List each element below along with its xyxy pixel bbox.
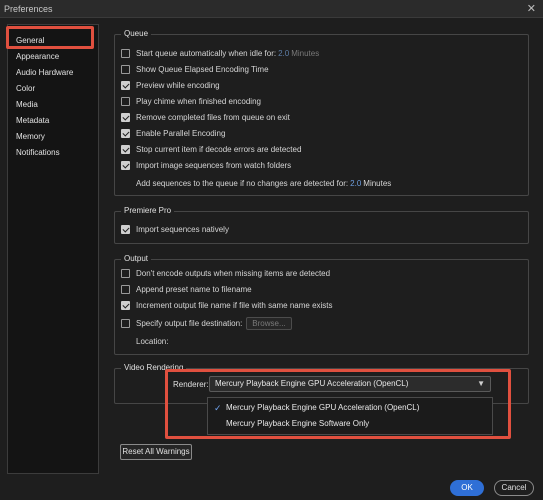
output-group: Output Don't encode outputs when missing…: [114, 254, 529, 355]
parallel-encoding-label: Enable Parallel Encoding: [136, 128, 226, 138]
remove-completed-label: Remove completed files from queue on exi…: [136, 112, 290, 122]
title-bar: Preferences ✕: [0, 0, 543, 18]
queue-group: Queue Start queue automatically when idl…: [114, 29, 529, 196]
premiere-group-label: Premiere Pro: [121, 206, 175, 215]
idle-minutes-unit: Minutes: [291, 48, 320, 58]
idle-minutes-value[interactable]: 2.0: [278, 49, 289, 58]
play-chime-checkbox[interactable]: [121, 96, 130, 106]
preview-row[interactable]: Preview while encoding: [121, 79, 220, 91]
show-elapsed-row[interactable]: Show Queue Elapsed Encoding Time: [121, 63, 269, 75]
append-preset-checkbox[interactable]: [121, 284, 130, 294]
parallel-encoding-row[interactable]: Enable Parallel Encoding: [121, 127, 225, 139]
preview-label: Preview while encoding: [136, 80, 220, 90]
location-label: Location:: [136, 336, 169, 346]
remove-completed-checkbox[interactable]: [121, 112, 130, 122]
add-sequences-row: Add sequences to the queue if no changes…: [136, 177, 391, 189]
sidebar-item-color[interactable]: Color: [16, 84, 35, 93]
stop-errors-row[interactable]: Stop current item if decode errors are d…: [121, 143, 301, 155]
import-image-sequences-checkbox[interactable]: [121, 160, 130, 170]
window-title: Preferences: [4, 4, 53, 14]
dont-encode-label: Don't encode outputs when missing items …: [136, 268, 331, 278]
sidebar-item-appearance[interactable]: Appearance: [16, 52, 59, 61]
specify-destination-row[interactable]: Specify output file destination: Browse.…: [121, 316, 292, 330]
cancel-button[interactable]: Cancel: [494, 480, 534, 496]
parallel-encoding-checkbox[interactable]: [121, 128, 130, 138]
preferences-sidebar: General Appearance Audio Hardware Color …: [7, 24, 99, 474]
reset-all-warnings-button[interactable]: Reset All Warnings: [120, 444, 192, 460]
increment-checkbox[interactable]: [121, 300, 130, 310]
play-chime-row[interactable]: Play chime when finished encoding: [121, 95, 261, 107]
dont-encode-row[interactable]: Don't encode outputs when missing items …: [121, 267, 330, 279]
import-image-sequences-row[interactable]: Import image sequences from watch folder…: [121, 159, 291, 171]
specify-destination-label: Specify output file destination:: [136, 318, 243, 328]
sidebar-item-notifications[interactable]: Notifications: [16, 148, 60, 157]
close-icon[interactable]: ✕: [527, 2, 536, 15]
output-group-label: Output: [121, 254, 152, 263]
increment-label: Increment output file name if file with …: [136, 300, 333, 310]
show-elapsed-label: Show Queue Elapsed Encoding Time: [136, 64, 269, 74]
stop-errors-label: Stop current item if decode errors are d…: [136, 144, 302, 154]
play-chime-label: Play chime when finished encoding: [136, 96, 261, 106]
browse-button[interactable]: Browse...: [246, 316, 292, 330]
sidebar-item-media[interactable]: Media: [16, 100, 38, 109]
stop-errors-checkbox[interactable]: [121, 144, 130, 154]
dont-encode-checkbox[interactable]: [121, 268, 130, 278]
sidebar-item-memory[interactable]: Memory: [16, 132, 45, 141]
start-queue-auto-checkbox[interactable]: [121, 48, 130, 58]
sidebar-item-audio-hardware[interactable]: Audio Hardware: [16, 68, 73, 77]
start-queue-auto-label: Start queue automatically when idle for:: [136, 48, 277, 58]
preview-checkbox[interactable]: [121, 80, 130, 90]
location-row: Location:: [136, 335, 168, 347]
add-sequences-label: Add sequences to the queue if no changes…: [136, 178, 349, 188]
add-sequences-minutes-unit: Minutes: [363, 178, 392, 188]
premiere-group: Premiere Pro Import sequences natively: [114, 206, 529, 244]
renderer-highlight-annotation: [165, 369, 511, 439]
ok-button[interactable]: OK: [450, 480, 484, 496]
specify-destination-checkbox[interactable]: [121, 318, 130, 328]
add-sequences-minutes-value[interactable]: 2.0: [350, 179, 361, 188]
queue-group-label: Queue: [121, 29, 152, 38]
remove-completed-row[interactable]: Remove completed files from queue on exi…: [121, 111, 290, 123]
general-highlight-annotation: [6, 26, 94, 49]
show-elapsed-checkbox[interactable]: [121, 64, 130, 74]
start-queue-auto-row[interactable]: Start queue automatically when idle for:…: [121, 47, 319, 59]
append-preset-row[interactable]: Append preset name to filename: [121, 283, 252, 295]
increment-row[interactable]: Increment output file name if file with …: [121, 299, 333, 311]
import-natively-checkbox[interactable]: [121, 224, 130, 234]
append-preset-label: Append preset name to filename: [136, 284, 252, 294]
sidebar-item-metadata[interactable]: Metadata: [16, 116, 49, 125]
import-natively-row[interactable]: Import sequences natively: [121, 223, 229, 235]
import-image-sequences-label: Import image sequences from watch folder…: [136, 160, 292, 170]
import-natively-label: Import sequences natively: [136, 224, 229, 234]
